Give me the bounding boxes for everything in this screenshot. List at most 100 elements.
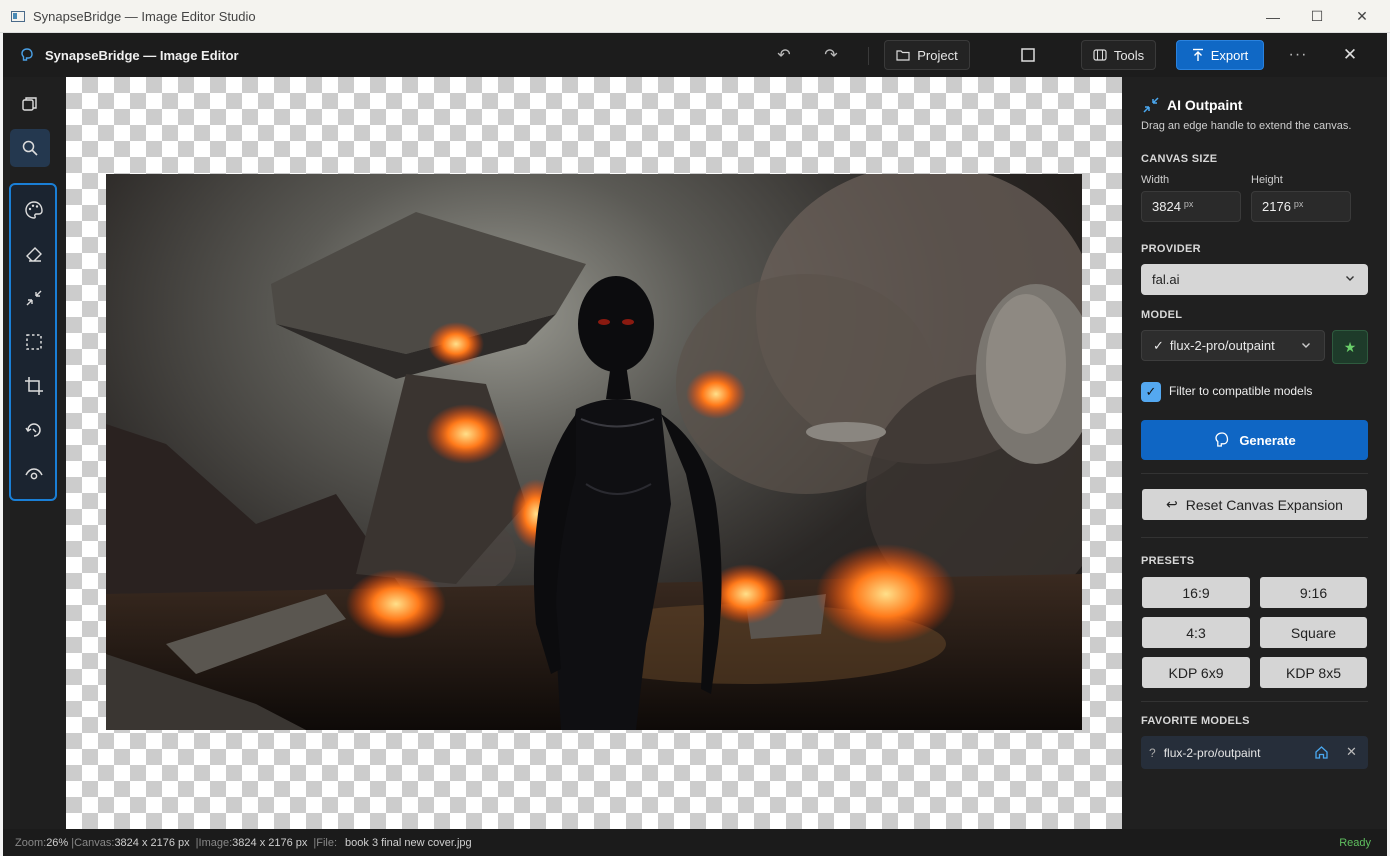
app-header: SynapseBridge — Image Editor ↶ ↷ Project… bbox=[3, 33, 1387, 77]
undo-icon[interactable]: ↶ bbox=[769, 40, 799, 70]
generate-label: Generate bbox=[1239, 432, 1296, 448]
chevron-down-icon bbox=[1346, 276, 1354, 281]
preset-kdp-6x9-button[interactable]: KDP 6x9 bbox=[1142, 657, 1250, 688]
reset-canvas-button[interactable]: ↩ Reset Canvas Expansion bbox=[1142, 489, 1367, 520]
height-unit: px bbox=[1293, 198, 1304, 209]
export-button[interactable]: Export bbox=[1176, 40, 1264, 70]
filter-compatible-label: Filter to compatible models bbox=[1169, 384, 1313, 398]
close-window-button[interactable]: ✕ bbox=[1339, 0, 1385, 33]
layers-tool[interactable] bbox=[10, 85, 50, 123]
more-options-icon[interactable]: ··· bbox=[1283, 40, 1313, 70]
canvas-area[interactable] bbox=[66, 77, 1122, 829]
presets-label: PRESETS bbox=[1141, 555, 1195, 567]
zoom-value: 26% bbox=[46, 836, 69, 849]
favorite-model-name: flux-2-pro/outpaint bbox=[1163, 745, 1261, 760]
provider-select[interactable]: fal.ai bbox=[1141, 264, 1368, 295]
crop-tool[interactable] bbox=[14, 367, 54, 405]
status-bar: Zoom: 26% | Canvas: 3824 x 2176 px | Ima… bbox=[3, 829, 1387, 856]
width-label: Width bbox=[1141, 174, 1170, 186]
layers-icon bbox=[22, 97, 37, 111]
edit-tools-group bbox=[9, 183, 57, 501]
window-title: SynapseBridge — Image Editor Studio bbox=[33, 8, 256, 24]
divider bbox=[868, 47, 869, 65]
outpaint-panel: AI Outpaint Drag an edge handle to exten… bbox=[1122, 77, 1387, 829]
model-select[interactable]: ✓ flux-2-pro/outpaint bbox=[1141, 330, 1325, 361]
collapse-arrows-icon bbox=[26, 290, 42, 306]
file-status-value: book 3 final new cover.jpg bbox=[345, 836, 472, 849]
marquee-select-icon bbox=[26, 334, 42, 350]
outpaint-tool[interactable] bbox=[14, 279, 54, 317]
export-label: Export bbox=[1210, 47, 1249, 63]
eraser-tool[interactable] bbox=[14, 235, 54, 273]
preset-kdp-8x5-button[interactable]: KDP 8x5 bbox=[1260, 657, 1367, 688]
palette-icon bbox=[25, 201, 43, 219]
outpaint-icon bbox=[1143, 97, 1159, 113]
canvas-size-label: CANVAS SIZE bbox=[1141, 153, 1218, 165]
eraser-icon bbox=[26, 247, 42, 262]
model-value: flux-2-pro/outpaint bbox=[1169, 338, 1275, 353]
generate-button[interactable]: Generate bbox=[1141, 420, 1368, 460]
preview-tool[interactable] bbox=[14, 455, 54, 493]
canvas-size-status-label: Canvas: bbox=[74, 836, 115, 849]
zoom-label: Zoom: bbox=[15, 836, 47, 849]
zoom-tool[interactable] bbox=[10, 129, 50, 167]
height-label: Height bbox=[1251, 174, 1283, 186]
divider bbox=[1141, 473, 1368, 474]
checkmark-icon: ✓ bbox=[1145, 384, 1157, 399]
divider bbox=[1141, 537, 1368, 538]
canvas-image[interactable] bbox=[106, 174, 1082, 730]
model-label: MODEL bbox=[1141, 309, 1183, 321]
tools-label: Tools bbox=[1113, 47, 1145, 63]
color-tool[interactable] bbox=[14, 191, 54, 229]
remove-favorite-icon[interactable]: ✕ bbox=[1346, 744, 1357, 760]
fullscreen-toggle-icon[interactable] bbox=[1013, 40, 1043, 70]
height-value: 2176 bbox=[1262, 199, 1291, 214]
rotate-icon bbox=[25, 423, 41, 437]
preset-4-3-button[interactable]: 4:3 bbox=[1142, 617, 1250, 648]
provider-value: fal.ai bbox=[1152, 272, 1180, 287]
project-button[interactable]: Project bbox=[884, 40, 970, 70]
reset-canvas-label: Reset Canvas Expansion bbox=[1185, 496, 1343, 513]
export-icon bbox=[1192, 48, 1203, 61]
preset-9-16-button[interactable]: 9:16 bbox=[1260, 577, 1367, 608]
panel-title: AI Outpaint bbox=[1167, 97, 1243, 113]
search-icon bbox=[22, 140, 38, 156]
tools-button[interactable]: Tools bbox=[1081, 40, 1156, 70]
preset-square-button[interactable]: Square bbox=[1260, 617, 1367, 648]
canvas-size-status-value: 3824 x 2176 px bbox=[114, 836, 190, 849]
width-value: 3824 bbox=[1152, 199, 1181, 214]
rotate-tool[interactable] bbox=[14, 411, 54, 449]
favorite-model-prefix: ? bbox=[1149, 745, 1156, 760]
status-ready: Ready bbox=[1339, 836, 1371, 849]
filter-compatible-checkbox[interactable]: ✓ bbox=[1141, 382, 1161, 402]
app-window-icon bbox=[11, 10, 25, 22]
redo-icon[interactable]: ↷ bbox=[816, 40, 846, 70]
provider-label: PROVIDER bbox=[1141, 243, 1201, 255]
home-icon[interactable] bbox=[1314, 745, 1329, 760]
star-icon: ★ bbox=[1343, 338, 1357, 355]
select-tool[interactable] bbox=[14, 323, 54, 361]
tools-icon bbox=[1093, 49, 1107, 61]
chevron-down-icon bbox=[1302, 343, 1310, 348]
model-check-mark: ✓ bbox=[1153, 337, 1164, 353]
minimize-button[interactable]: — bbox=[1250, 0, 1296, 33]
image-size-status-value: 3824 x 2176 px bbox=[232, 836, 308, 849]
return-arrow-icon: ↩ bbox=[1166, 496, 1178, 512]
eye-icon bbox=[25, 468, 43, 480]
app-title: SynapseBridge — Image Editor bbox=[45, 47, 239, 63]
file-status-label: File: bbox=[316, 836, 338, 849]
preset-16-9-button[interactable]: 16:9 bbox=[1142, 577, 1250, 608]
left-toolbar bbox=[3, 77, 66, 829]
crop-icon bbox=[25, 377, 43, 395]
close-editor-icon[interactable]: ✕ bbox=[1335, 40, 1365, 70]
maximize-button[interactable]: ☐ bbox=[1294, 0, 1340, 33]
height-input[interactable]: 2176 px bbox=[1251, 191, 1351, 222]
image-size-status-label: Image: bbox=[198, 836, 233, 849]
favorite-models-label: FAVORITE MODELS bbox=[1141, 715, 1250, 727]
width-input[interactable]: 3824 px bbox=[1141, 191, 1241, 222]
favorite-model-item[interactable]: ? flux-2-pro/outpaint ✕ bbox=[1141, 736, 1368, 769]
os-title-bar: SynapseBridge — Image Editor Studio — ☐ … bbox=[0, 0, 1390, 33]
folder-icon bbox=[896, 50, 910, 61]
favorite-model-button[interactable]: ★ bbox=[1332, 330, 1368, 364]
divider bbox=[1141, 701, 1368, 702]
